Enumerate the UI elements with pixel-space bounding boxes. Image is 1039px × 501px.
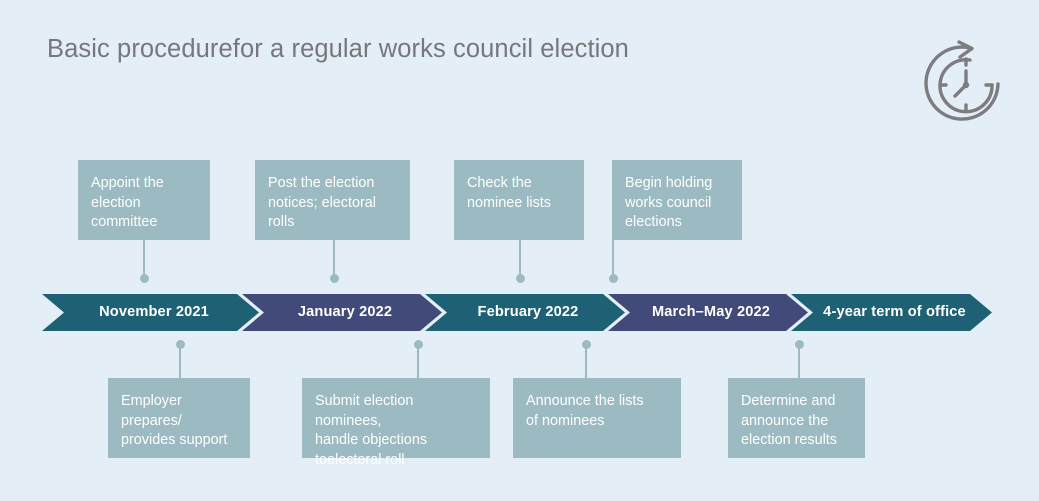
timeline-bar: November 2021 January 2022 February 2022… <box>42 294 992 331</box>
note-text: Post the election notices; electoral rol… <box>268 175 376 230</box>
clock-rotate-icon <box>918 38 1006 126</box>
connector-line-below-4 <box>798 344 800 378</box>
timeline-segment-1 <box>42 294 259 331</box>
note-text: Employer prepares/ provides support <box>121 393 228 448</box>
connector-line-above-2 <box>333 240 335 278</box>
note-box-below-3: Announce the lists of nominees <box>513 378 681 458</box>
connector-line-below-2 <box>417 344 419 378</box>
timeline-segment-3 <box>425 294 625 331</box>
note-text: Appoint the election committee <box>91 175 164 230</box>
timeline-segment-5 <box>791 294 992 331</box>
note-text: Begin holding works council elections <box>625 175 713 230</box>
timeline-segment-4 <box>608 294 808 331</box>
note-box-below-4: Determine and announce the election resu… <box>728 378 865 458</box>
note-box-above-4: Begin holding works council elections <box>612 160 742 240</box>
connector-dot-above-2 <box>329 274 339 283</box>
note-text: Determine and announce the election resu… <box>741 393 837 448</box>
note-box-above-2: Post the election notices; electoral rol… <box>255 160 410 240</box>
page-title: Basic procedurefor a regular works counc… <box>47 35 629 63</box>
connector-dot-above-3 <box>515 274 525 283</box>
connector-line-below-3 <box>585 344 587 378</box>
infographic-canvas: Basic procedurefor a regular works counc… <box>0 0 1039 501</box>
connector-line-below-1 <box>179 344 181 378</box>
note-text: Submit election nominees, handle objecti… <box>315 393 428 468</box>
connector-dot-above-4 <box>608 274 618 283</box>
timeline-segment-2 <box>242 294 442 331</box>
note-box-above-3: Check the nominee lists <box>454 160 584 240</box>
note-text: Announce the lists of nominees <box>526 393 644 429</box>
note-box-below-1: Employer prepares/ provides support <box>108 378 250 458</box>
note-box-above-1: Appoint the election committee <box>78 160 210 240</box>
note-text: Check the nominee lists <box>467 175 551 211</box>
connector-line-above-4 <box>612 240 614 278</box>
connector-line-above-3 <box>519 240 521 278</box>
note-box-below-2: Submit election nominees, handle objecti… <box>302 378 490 468</box>
connector-line-above-1 <box>143 240 145 278</box>
connector-dot-above-1 <box>139 274 149 283</box>
